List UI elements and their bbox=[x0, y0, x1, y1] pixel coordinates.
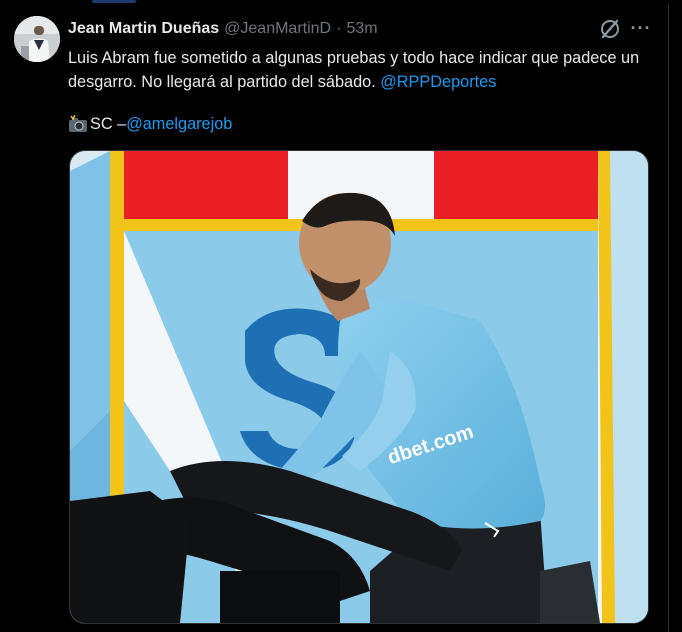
tweet-time[interactable]: 53m bbox=[346, 20, 377, 38]
mention-amelgarejob[interactable]: @amelgarejob bbox=[126, 112, 232, 136]
credit-prefix: SC – bbox=[90, 115, 127, 133]
author-name[interactable]: Jean Martin Dueñas bbox=[68, 20, 219, 38]
photo-illustration: dbet.com bbox=[70, 151, 648, 623]
top-bar-accent bbox=[92, 0, 136, 3]
avatar-image bbox=[14, 16, 60, 62]
camera-flash-emoji bbox=[68, 114, 88, 133]
grok-icon[interactable] bbox=[598, 17, 622, 41]
mention-rppdeportes[interactable]: @RPPDeportes bbox=[380, 73, 496, 91]
tweet-photo[interactable]: dbet.com bbox=[69, 150, 649, 624]
tweet-text-body: Luis Abram fue sometido a algunas prueba… bbox=[68, 49, 640, 91]
more-icon[interactable]: ··· bbox=[628, 17, 654, 41]
tweet-header: Jean Martin Dueñas @JeanMartinD · 53m bbox=[68, 18, 378, 40]
author-handle[interactable]: @JeanMartinD bbox=[224, 20, 331, 38]
photo-credit: SC – @amelgarejob bbox=[68, 112, 232, 136]
separator-dot: · bbox=[336, 20, 342, 37]
author-avatar[interactable] bbox=[14, 16, 60, 62]
tweet[interactable]: Jean Martin Dueñas @JeanMartinD · 53m ··… bbox=[0, 4, 669, 632]
tweet-text: Luis Abram fue sometido a algunas prueba… bbox=[68, 46, 658, 94]
grok-icon-svg bbox=[601, 19, 619, 39]
